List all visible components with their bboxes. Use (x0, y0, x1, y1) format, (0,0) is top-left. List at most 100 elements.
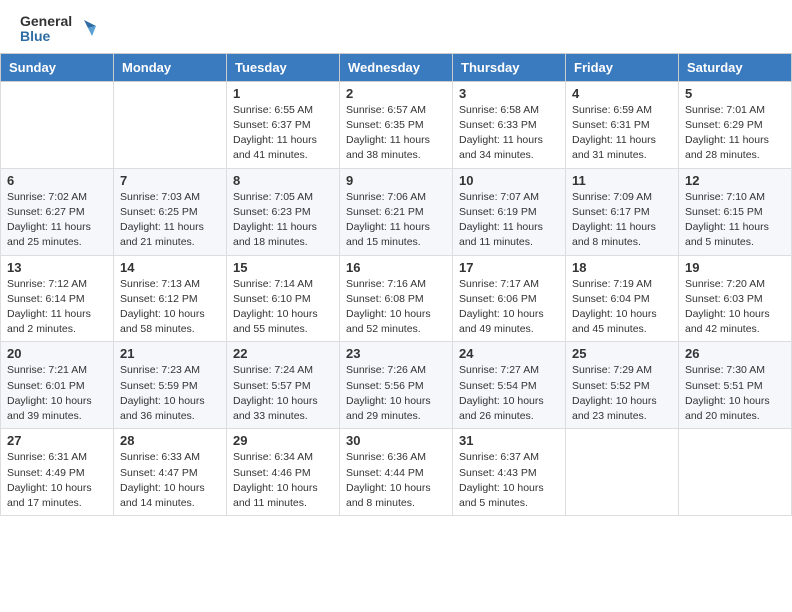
calendar-cell: 24Sunrise: 7:27 AM Sunset: 5:54 PM Dayli… (453, 342, 566, 429)
day-number: 1 (233, 86, 333, 101)
day-info: Sunrise: 6:36 AM Sunset: 4:44 PM Dayligh… (346, 450, 446, 511)
day-number: 19 (685, 260, 785, 275)
day-number: 12 (685, 173, 785, 188)
day-number: 18 (572, 260, 672, 275)
day-info: Sunrise: 7:19 AM Sunset: 6:04 PM Dayligh… (572, 277, 672, 338)
calendar-cell: 11Sunrise: 7:09 AM Sunset: 6:17 PM Dayli… (566, 168, 679, 255)
calendar-cell: 7 Sunrise: 7:03 AM Sunset: 6:25 PM Daylig… (114, 168, 227, 255)
logo-blue-text: Blue (20, 29, 72, 44)
calendar-cell: 2 Sunrise: 6:57 AM Sunset: 6:35 PM Daylig… (340, 81, 453, 168)
day-header-monday: Monday (114, 53, 227, 81)
day-info: Sunrise: 7:29 AM Sunset: 5:52 PM Dayligh… (572, 363, 672, 424)
logo-wordmark: General Blue (20, 14, 96, 45)
calendar-cell: 20 Sunrise: 7:21 AM Sunset: 6:01 PM Dayli… (1, 342, 114, 429)
day-number: 4 (572, 86, 672, 101)
day-info: Sunrise: 7:03 AM Sunset: 6:25 PM Dayligh… (120, 190, 220, 251)
day-number: 13 (7, 260, 107, 275)
day-info: Sunrise: 7:02 AM Sunset: 6:27 PM Dayligh… (7, 190, 107, 251)
day-number: 24 (459, 346, 559, 361)
calendar-cell: 9 Sunrise: 7:06 AM Sunset: 6:21 PM Daylig… (340, 168, 453, 255)
day-header-tuesday: Tuesday (227, 53, 340, 81)
day-number: 2 (346, 86, 446, 101)
calendar-cell: 12 Sunrise: 7:10 AM Sunset: 6:15 PM Dayli… (679, 168, 792, 255)
calendar-cell (566, 429, 679, 516)
calendar-cell: 15Sunrise: 7:14 AM Sunset: 6:10 PM Dayli… (227, 255, 340, 342)
day-number: 31 (459, 433, 559, 448)
calendar-week-1: 1Sunrise: 6:55 AM Sunset: 6:37 PM Daylig… (1, 81, 792, 168)
calendar-cell: 17Sunrise: 7:17 AM Sunset: 6:06 PM Dayli… (453, 255, 566, 342)
day-info: Sunrise: 6:31 AM Sunset: 4:49 PM Dayligh… (7, 450, 107, 511)
day-header-saturday: Saturday (679, 53, 792, 81)
day-number: 9 (346, 173, 446, 188)
day-info: Sunrise: 7:09 AM Sunset: 6:17 PM Dayligh… (572, 190, 672, 251)
day-number: 3 (459, 86, 559, 101)
calendar-cell: 8 Sunrise: 7:05 AM Sunset: 6:23 PM Daylig… (227, 168, 340, 255)
calendar-week-5: 27 Sunrise: 6:31 AM Sunset: 4:49 PM Dayli… (1, 429, 792, 516)
day-number: 30 (346, 433, 446, 448)
logo-general-text: General (20, 14, 72, 29)
day-header-thursday: Thursday (453, 53, 566, 81)
calendar-cell (114, 81, 227, 168)
day-number: 14 (120, 260, 220, 275)
day-number: 21 (120, 346, 220, 361)
calendar-cell: 19 Sunrise: 7:20 AM Sunset: 6:03 PM Dayli… (679, 255, 792, 342)
day-number: 26 (685, 346, 785, 361)
day-header-friday: Friday (566, 53, 679, 81)
logo: General Blue (20, 14, 96, 45)
day-number: 10 (459, 173, 559, 188)
day-info: Sunrise: 7:01 AM Sunset: 6:29 PM Dayligh… (685, 103, 785, 164)
day-info: Sunrise: 7:23 AM Sunset: 5:59 PM Dayligh… (120, 363, 220, 424)
day-number: 20 (7, 346, 107, 361)
calendar-body: 1Sunrise: 6:55 AM Sunset: 6:37 PM Daylig… (1, 81, 792, 515)
calendar-cell: 22 Sunrise: 7:24 AM Sunset: 5:57 PM Dayli… (227, 342, 340, 429)
calendar-cell: 4 Sunrise: 6:59 AM Sunset: 6:31 PM Daylig… (566, 81, 679, 168)
calendar-cell: 3 Sunrise: 6:58 AM Sunset: 6:33 PM Daylig… (453, 81, 566, 168)
day-number: 5 (685, 86, 785, 101)
day-info: Sunrise: 7:14 AM Sunset: 6:10 PM Dayligh… (233, 277, 333, 338)
day-info: Sunrise: 7:05 AM Sunset: 6:23 PM Dayligh… (233, 190, 333, 251)
calendar-cell: 30 Sunrise: 6:36 AM Sunset: 4:44 PM Dayli… (340, 429, 453, 516)
day-info: Sunrise: 6:57 AM Sunset: 6:35 PM Dayligh… (346, 103, 446, 164)
day-info: Sunrise: 6:37 AM Sunset: 4:43 PM Dayligh… (459, 450, 559, 511)
calendar-cell: 25 Sunrise: 7:29 AM Sunset: 5:52 PM Dayli… (566, 342, 679, 429)
day-number: 27 (7, 433, 107, 448)
calendar-cell: 28Sunrise: 6:33 AM Sunset: 4:47 PM Dayli… (114, 429, 227, 516)
day-info: Sunrise: 6:59 AM Sunset: 6:31 PM Dayligh… (572, 103, 672, 164)
day-number: 22 (233, 346, 333, 361)
calendar-week-3: 13Sunrise: 7:12 AM Sunset: 6:14 PM Dayli… (1, 255, 792, 342)
calendar-cell: 14 Sunrise: 7:13 AM Sunset: 6:12 PM Dayli… (114, 255, 227, 342)
day-info: Sunrise: 7:06 AM Sunset: 6:21 PM Dayligh… (346, 190, 446, 251)
calendar-header-row: SundayMondayTuesdayWednesdayThursdayFrid… (1, 53, 792, 81)
page-header: General Blue (0, 0, 792, 53)
day-number: 8 (233, 173, 333, 188)
calendar-cell: 23Sunrise: 7:26 AM Sunset: 5:56 PM Dayli… (340, 342, 453, 429)
day-info: Sunrise: 7:24 AM Sunset: 5:57 PM Dayligh… (233, 363, 333, 424)
calendar-cell: 10 Sunrise: 7:07 AM Sunset: 6:19 PM Dayli… (453, 168, 566, 255)
calendar-table: SundayMondayTuesdayWednesdayThursdayFrid… (0, 53, 792, 516)
day-number: 29 (233, 433, 333, 448)
day-info: Sunrise: 7:07 AM Sunset: 6:19 PM Dayligh… (459, 190, 559, 251)
calendar-cell: 5 Sunrise: 7:01 AM Sunset: 6:29 PM Daylig… (679, 81, 792, 168)
day-info: Sunrise: 7:21 AM Sunset: 6:01 PM Dayligh… (7, 363, 107, 424)
calendar-week-4: 20 Sunrise: 7:21 AM Sunset: 6:01 PM Dayli… (1, 342, 792, 429)
calendar-cell (679, 429, 792, 516)
day-info: Sunrise: 6:34 AM Sunset: 4:46 PM Dayligh… (233, 450, 333, 511)
calendar-cell: 26Sunrise: 7:30 AM Sunset: 5:51 PM Dayli… (679, 342, 792, 429)
calendar-cell: 13Sunrise: 7:12 AM Sunset: 6:14 PM Dayli… (1, 255, 114, 342)
day-number: 17 (459, 260, 559, 275)
calendar-cell (1, 81, 114, 168)
calendar-week-2: 6Sunrise: 7:02 AM Sunset: 6:27 PM Daylig… (1, 168, 792, 255)
day-info: Sunrise: 7:16 AM Sunset: 6:08 PM Dayligh… (346, 277, 446, 338)
day-info: Sunrise: 7:13 AM Sunset: 6:12 PM Dayligh… (120, 277, 220, 338)
day-info: Sunrise: 7:20 AM Sunset: 6:03 PM Dayligh… (685, 277, 785, 338)
day-number: 23 (346, 346, 446, 361)
day-info: Sunrise: 7:10 AM Sunset: 6:15 PM Dayligh… (685, 190, 785, 251)
calendar-cell: 16Sunrise: 7:16 AM Sunset: 6:08 PM Dayli… (340, 255, 453, 342)
day-info: Sunrise: 6:58 AM Sunset: 6:33 PM Dayligh… (459, 103, 559, 164)
calendar-cell: 6Sunrise: 7:02 AM Sunset: 6:27 PM Daylig… (1, 168, 114, 255)
day-header-sunday: Sunday (1, 53, 114, 81)
calendar-cell: 31 Sunrise: 6:37 AM Sunset: 4:43 PM Dayli… (453, 429, 566, 516)
day-number: 25 (572, 346, 672, 361)
day-number: 7 (120, 173, 220, 188)
calendar-cell: 18 Sunrise: 7:19 AM Sunset: 6:04 PM Dayli… (566, 255, 679, 342)
